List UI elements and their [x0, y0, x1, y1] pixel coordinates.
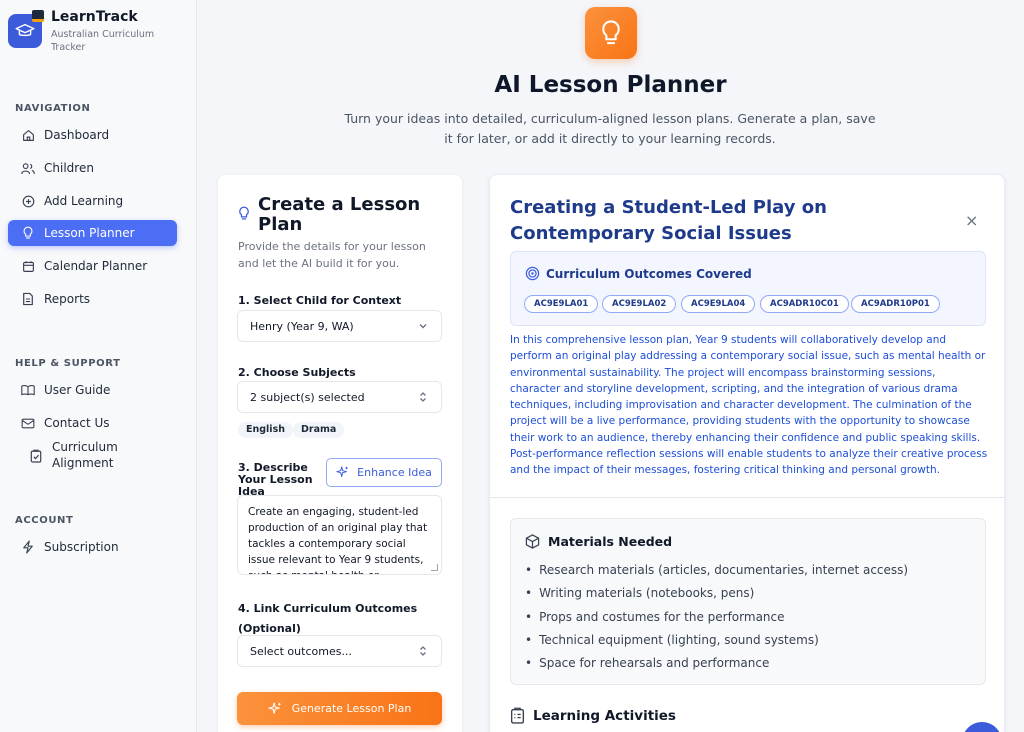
target-icon [525, 266, 540, 281]
subjects-label: 2. Choose Subjects [238, 366, 356, 379]
outcomes-select-value: Select outcomes... [250, 644, 352, 658]
child-select-value: Henry (Year 9, WA) [250, 319, 354, 333]
form-description: Provide the details for your lesson and … [238, 240, 426, 270]
clipboard-list-icon [510, 707, 525, 724]
sidebar-item-children[interactable]: Children [8, 155, 177, 181]
sidebar-item-subscription[interactable]: Subscription [8, 534, 177, 560]
sidebar-item-reports[interactable]: Reports [8, 286, 177, 312]
idea-label: 3. Describe Your Lesson Idea [238, 461, 313, 498]
sidebar-item-label: Curriculum Alignment [52, 440, 118, 470]
calendar-icon [20, 258, 36, 274]
sidebar-item-label: Dashboard [44, 128, 110, 142]
users-icon [20, 160, 36, 176]
sidebar-item-label: Reports [44, 292, 91, 306]
graduation-cap-icon [8, 10, 44, 48]
sidebar-item-label: Add Learning [44, 194, 124, 208]
nav-section-help: HELP & SUPPORT [15, 358, 121, 369]
brand-name: LearnTrack [51, 9, 138, 25]
brand[interactable]: LearnTrack Australian Curriculum Tracker [8, 8, 161, 54]
subjects-select[interactable]: 2 subject(s) selected [237, 381, 442, 413]
subjects-select-value: 2 subject(s) selected [250, 390, 365, 404]
sparkles-icon [336, 466, 348, 478]
curriculum-outcomes-box: Curriculum Outcomes Covered AC9E9LA01 AC… [510, 251, 986, 326]
generate-lesson-plan-button[interactable]: Generate Lesson Plan [237, 692, 442, 725]
sidebar-item-curriculum-alignment[interactable]: Curriculum Alignment [16, 437, 177, 473]
child-select[interactable]: Henry (Year 9, WA) [237, 310, 442, 342]
sidebar-item-add-learning[interactable]: Add Learning [8, 188, 177, 214]
lightbulb-icon [238, 206, 250, 235]
list-item: Research materials (articles, documentar… [525, 559, 908, 582]
materials-section: Materials Needed Research materials (art… [510, 518, 986, 685]
zap-icon [20, 539, 36, 555]
sidebar-item-dashboard[interactable]: Dashboard [8, 122, 177, 148]
list-item: Writing materials (notebooks, pens) [525, 582, 908, 605]
list-item: Space for rehearsals and performance [525, 652, 908, 675]
nav-section-account: ACCOUNT [15, 515, 74, 526]
list-item: Props and costumes for the performance [525, 606, 908, 629]
sidebar-item-label: Calendar Planner [44, 259, 148, 273]
sidebar-item-label: User Guide [44, 383, 111, 397]
outcomes-heading: Curriculum Outcomes Covered [546, 266, 752, 281]
sparkles-icon [268, 701, 281, 714]
mail-icon [20, 415, 36, 431]
sidebar-item-lesson-planner[interactable]: Lesson Planner [8, 220, 177, 246]
child-label: 1. Select Child for Context [238, 294, 402, 307]
outcome-code: AC9E9LA04 [681, 295, 756, 313]
plus-circle-icon [20, 193, 36, 209]
outcome-code: AC9ADR10P01 [851, 295, 940, 313]
form-title: Create a Lesson Plan [258, 194, 421, 235]
lesson-idea-text: Create an engaging, student-led producti… [248, 506, 428, 574]
plan-title: Creating a Student-Led Play on Contempor… [510, 197, 827, 244]
enhance-idea-button[interactable]: Enhance Idea [326, 458, 442, 487]
outcomes-select[interactable]: Select outcomes... [237, 635, 442, 667]
sidebar: LearnTrack Australian Curriculum Tracker… [0, 0, 197, 732]
chevron-up-down-icon [417, 391, 429, 403]
outcomes-label: 4. Link Curriculum Outcomes (Optional) [238, 602, 418, 635]
enhance-idea-label: Enhance Idea [357, 466, 432, 479]
lightbulb-icon [20, 225, 36, 241]
sidebar-item-label: Children [44, 161, 94, 175]
create-lesson-form: Create a Lesson Plan Provide the details… [218, 175, 462, 732]
file-icon [20, 291, 36, 307]
clipboard-check-icon [28, 448, 44, 464]
home-icon [20, 127, 36, 143]
resize-handle[interactable] [431, 564, 438, 571]
page-title: AI Lesson Planner [494, 72, 727, 98]
nav-section-navigation: NAVIGATION [15, 103, 91, 114]
lesson-idea-textarea[interactable]: Create an engaging, student-led producti… [237, 495, 442, 575]
sidebar-item-contact-us[interactable]: Contact Us [8, 410, 177, 436]
generate-label: Generate Lesson Plan [291, 702, 412, 715]
materials-heading: Materials Needed [548, 534, 673, 549]
subject-chip-english[interactable]: English [238, 422, 293, 438]
sidebar-item-label: Lesson Planner [44, 226, 135, 240]
materials-list: Research materials (articles, documentar… [525, 559, 908, 675]
subject-chip-drama[interactable]: Drama [293, 422, 345, 438]
sidebar-item-label: Subscription [44, 540, 119, 554]
divider [490, 497, 1004, 498]
outcome-code: AC9E9LA02 [602, 295, 677, 313]
page-subtitle: Turn your ideas into detailed, curriculu… [344, 111, 876, 146]
chevron-down-icon [417, 320, 429, 332]
sidebar-item-label: Contact Us [44, 416, 110, 430]
sidebar-item-user-guide[interactable]: User Guide [8, 377, 177, 403]
outcome-code: AC9E9LA01 [524, 295, 599, 313]
lightbulb-icon [585, 7, 637, 59]
box-icon [525, 534, 540, 549]
lesson-plan-result: Creating a Student-Led Play on Contempor… [489, 174, 1005, 732]
brand-subtitle: Australian Curriculum Tracker [51, 29, 155, 53]
activities-heading: Learning Activities [533, 707, 676, 724]
plan-summary: In this comprehensive lesson plan, Year … [510, 334, 988, 477]
sidebar-item-calendar-planner[interactable]: Calendar Planner [8, 253, 177, 279]
close-icon[interactable]: × [965, 211, 978, 230]
outcome-code: AC9ADR10C01 [760, 295, 849, 313]
book-icon [20, 382, 36, 398]
list-item: Technical equipment (lighting, sound sys… [525, 629, 908, 652]
chevron-up-down-icon [417, 645, 429, 657]
